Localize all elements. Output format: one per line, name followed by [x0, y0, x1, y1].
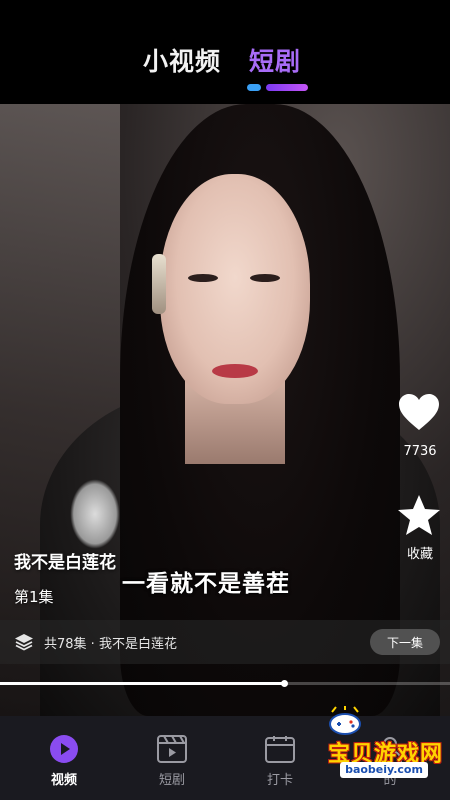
- episode-label: 第1集: [14, 588, 54, 606]
- watermark-url: baobeiy.com: [340, 762, 428, 778]
- like-button[interactable]: [396, 390, 442, 434]
- video-progress-knob[interactable]: [280, 680, 288, 687]
- video-figure-brooch: [70, 479, 120, 549]
- clapperboard-icon: [157, 734, 187, 764]
- video-subtitle: 一看就不是善茬: [122, 571, 290, 597]
- like-count: 7736: [403, 444, 437, 459]
- video-figure-eye: [188, 274, 218, 282]
- tab-short-video[interactable]: 小视频: [143, 42, 221, 78]
- nav-label-video: 视频: [50, 773, 77, 788]
- tab-short-drama[interactable]: 短剧: [249, 42, 301, 78]
- play-circle-icon: [49, 734, 79, 764]
- drama-title[interactable]: 我不是白莲花: [14, 548, 116, 573]
- favorite-label: 收藏: [406, 547, 433, 562]
- checkin-icon: [265, 734, 295, 764]
- video-progress-bar[interactable]: [0, 680, 450, 687]
- series-bar[interactable]: 共78集 · 我不是白莲花 下一集: [0, 620, 450, 664]
- star-icon: [398, 495, 440, 535]
- tab-indicator-bar: [266, 84, 308, 91]
- site-watermark: 宝贝游戏网 baobeiy.com: [300, 700, 450, 785]
- video-figure-earring: [152, 254, 166, 314]
- video-figure-eye: [250, 274, 280, 282]
- next-episode-button[interactable]: 下一集: [370, 629, 440, 655]
- nav-item-drama[interactable]: 短剧: [142, 734, 202, 788]
- nav-label-drama: 短剧: [158, 773, 185, 788]
- video-progress-fill: [0, 682, 284, 685]
- nav-item-video[interactable]: 视频: [34, 734, 94, 788]
- favorite-button[interactable]: [396, 492, 442, 538]
- video-figure-lips: [212, 364, 258, 378]
- series-info: 共78集 · 我不是白莲花: [44, 637, 177, 652]
- layers-icon: [15, 634, 33, 651]
- video-figure-face: [160, 174, 310, 404]
- tab-indicator-dot: [247, 84, 261, 91]
- gamepad-logo-icon: [329, 706, 361, 735]
- top-tab-bar: 小视频 短剧: [0, 0, 450, 104]
- heart-icon: [399, 394, 439, 430]
